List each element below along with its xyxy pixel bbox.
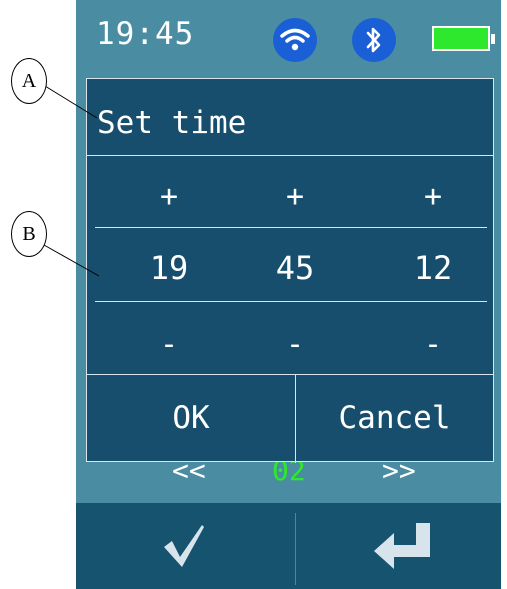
callout-b: B (11, 211, 47, 257)
callout-a: A (11, 58, 47, 104)
callout-leader-lines (43, 85, 100, 277)
